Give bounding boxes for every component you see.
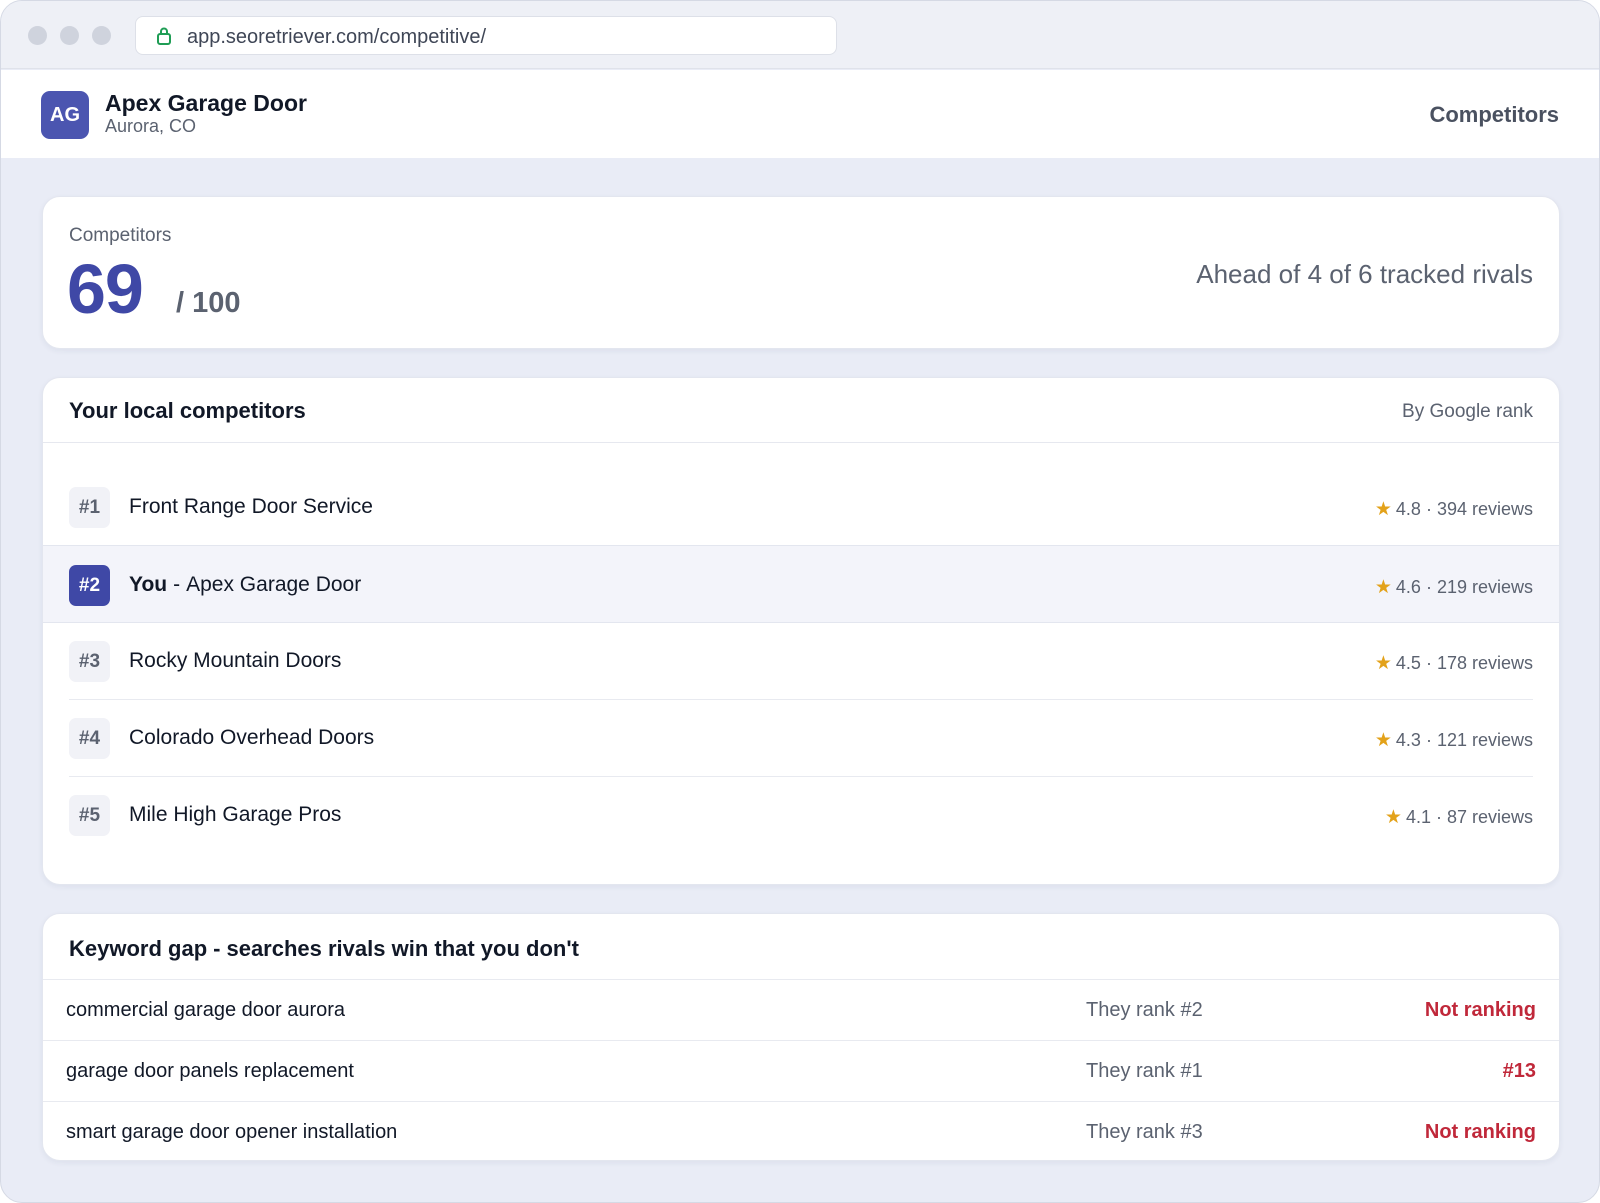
keyword-gap-title: Keyword gap - searches rivals win that you… — [69, 936, 579, 962]
competitor-row[interactable]: #1 Front Range Door Service ★ 4.8 · 394 r… — [43, 468, 1559, 546]
competitor-rating: ★ 4.3 · 121 reviews — [1375, 729, 1533, 752]
competitor-rating: ★ 4.1 · 87 reviews — [1385, 806, 1533, 829]
business-location: Aurora, CO — [105, 116, 197, 136]
your-rank: Not ranking — [1424, 1121, 1536, 1143]
competitor-name: Rocky Mountain Doors — [129, 649, 342, 672]
rating-text: 4.1 · 87 reviews — [1405, 807, 1533, 827]
score-max: / 100 — [176, 287, 241, 319]
business-name: Apex Garage Door — [105, 90, 307, 116]
keyword-term: garage door panels replacement — [66, 1060, 354, 1082]
keyword-gap-subtitle: searches rivals win that you don't — [226, 936, 579, 961]
lock-icon — [157, 27, 171, 45]
rank-badge: #2 — [69, 565, 110, 606]
competitors-card: Your local competitors By Google rank #1… — [42, 377, 1560, 885]
your-business-name: Apex Garage Door — [186, 573, 362, 596]
competitor-rating: ★ 4.8 · 394 reviews — [1375, 498, 1533, 521]
sort-label[interactable]: By Google rank — [1402, 401, 1533, 423]
score-value: 69 — [67, 250, 144, 328]
star-icon: ★ — [1374, 730, 1392, 751]
competitor-score-card: Competitors 69 / 100 Ahead of 4 of 6 tra… — [42, 196, 1560, 349]
keyword-row[interactable]: garage door panels replacement They rank… — [43, 1040, 1559, 1101]
window-minimize-dot[interactable] — [60, 26, 79, 45]
your-rank: Not ranking — [1424, 999, 1536, 1021]
rating-text: 4.5 · 178 reviews — [1395, 653, 1533, 673]
window-maximize-dot[interactable] — [92, 26, 111, 45]
keyword-row[interactable]: smart garage door opener installation Th… — [43, 1101, 1559, 1160]
competitor-row[interactable]: #5 Mile High Garage Pros ★ 4.1 · 87 revie… — [43, 776, 1559, 854]
competitor-rating: ★ 4.6 · 219 reviews — [1375, 576, 1533, 599]
rating-text: 4.6 · 219 reviews — [1395, 577, 1533, 597]
your-rank: #13 — [1502, 1060, 1536, 1082]
window-close-dot[interactable] — [28, 26, 47, 45]
rival-rank: They rank #1 — [1086, 1060, 1203, 1082]
rating-text: 4.3 · 121 reviews — [1395, 730, 1533, 750]
competitor-name: You - Apex Garage Door — [129, 573, 361, 597]
star-icon: ★ — [1374, 653, 1392, 674]
app-header: AG Apex Garage Door Aurora, CO Competito… — [1, 70, 1599, 158]
rating-text: 4.8 · 394 reviews — [1395, 499, 1533, 519]
competitor-name: Colorado Overhead Doors — [129, 726, 375, 749]
separator: - — [173, 573, 181, 596]
competitors-title: Your local competitors — [69, 398, 306, 423]
nav-competitors[interactable]: Competitors — [1429, 102, 1559, 128]
keyword-term: smart garage door opener installation — [66, 1121, 398, 1143]
keyword-term: commercial garage door aurora — [66, 999, 346, 1021]
score-label: Competitors — [69, 225, 172, 246]
browser-toolbar: app.seoretriever.com/competitive/ — [1, 1, 1599, 69]
keyword-row[interactable]: commercial garage door aurora They rank … — [43, 979, 1559, 1040]
keyword-gap-heading: Keyword gap — [69, 936, 208, 961]
competitor-row[interactable]: #4 Colorado Overhead Doors ★ 4.3 · 121 re… — [43, 699, 1559, 777]
keyword-gap-card: Keyword gap - searches rivals win that you… — [42, 913, 1560, 1161]
competitor-row[interactable]: #3 Rocky Mountain Doors ★ 4.5 · 178 revie… — [43, 622, 1559, 700]
star-icon: ★ — [1374, 577, 1392, 598]
separator: - — [213, 936, 221, 961]
address-bar[interactable]: app.seoretriever.com/competitive/ — [135, 16, 837, 55]
you-label: You — [129, 573, 168, 596]
competitor-rating: ★ 4.5 · 178 reviews — [1375, 652, 1533, 675]
star-icon: ★ — [1384, 807, 1402, 828]
star-icon: ★ — [1374, 499, 1392, 520]
url-text: app.seoretriever.com/competitive/ — [187, 26, 487, 48]
browser-window: app.seoretriever.com/competitive/ AG Ape… — [0, 0, 1600, 1203]
competitor-name: Front Range Door Service — [129, 495, 373, 518]
rank-badge: #4 — [69, 718, 110, 759]
rank-badge: #3 — [69, 641, 110, 682]
business-avatar: AG — [41, 91, 89, 139]
rival-rank: They rank #2 — [1086, 999, 1203, 1021]
rank-badge: #5 — [69, 795, 110, 836]
competitor-row-you[interactable]: #2 You - Apex Garage Door ★ 4.6 · 219 revie… — [43, 545, 1559, 623]
competitor-name: Mile High Garage Pros — [129, 803, 342, 826]
score-summary: Ahead of 4 of 6 tracked rivals — [1196, 259, 1533, 289]
rival-rank: They rank #3 — [1086, 1121, 1203, 1143]
rank-badge: #1 — [69, 487, 110, 528]
card-divider — [43, 442, 1559, 443]
